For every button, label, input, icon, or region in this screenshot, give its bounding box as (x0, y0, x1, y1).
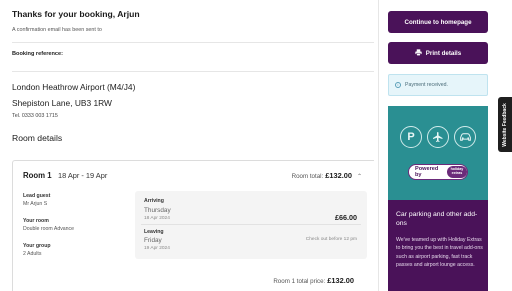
payment-notice: i Payment received. (388, 74, 488, 96)
your-group-value: 2 Adults (23, 251, 42, 257)
location-address: Shepiston Lane, UB3 1RW (12, 98, 112, 108)
payment-notice-text: Payment received. (405, 82, 448, 88)
divider (12, 71, 374, 72)
room-name: Room 1 (23, 171, 52, 180)
plane-icon (427, 126, 449, 148)
promo-banner-image: P Powered by holiday extras (388, 106, 488, 200)
room1-total-amount: £132.00 (327, 276, 354, 285)
room1-total: Room 1 total price: £132.00 (273, 276, 354, 285)
printer-icon (415, 48, 422, 58)
room-total-toggle[interactable]: Room total: £132.00 ⌃ (292, 171, 362, 180)
room-details-heading: Room details (12, 133, 63, 143)
page-title: Thanks for your booking, Arjun (12, 9, 140, 19)
sidebar: Continue to homepage Print details i Pay… (378, 0, 490, 291)
car-icon (454, 126, 476, 148)
booking-reference-label: Booking reference: (12, 51, 63, 57)
holiday-extras-logo: holiday extras (446, 166, 467, 178)
room-card: Room 1 18 Apr - 19 Apr Room total: £132.… (12, 160, 374, 291)
powered-by-text: Powered by (415, 166, 439, 178)
confirmation-text: A confirmation email has been sent to (12, 27, 102, 33)
your-room-value: Double room Advance (23, 226, 75, 232)
print-button-label: Print details (425, 49, 462, 57)
arriving-label: Arriving (144, 198, 164, 204)
night-price: £66.00 (335, 213, 357, 222)
feedback-label: Website Feedback (502, 102, 509, 147)
addons-promo[interactable]: Car parking and other add-ons We've team… (388, 200, 488, 291)
promo-title: Car parking and other add-ons (396, 211, 478, 227)
divider (12, 42, 374, 43)
your-group-label: Your group (23, 243, 51, 249)
room-dates: 18 Apr - 19 Apr (58, 171, 108, 180)
checkout-time: Check out before 12 pm (305, 237, 357, 242)
location-name: London Heathrow Airport (M4/J4) (12, 82, 136, 92)
continue-to-homepage-button[interactable]: Continue to homepage (388, 11, 488, 33)
continue-button-label: Continue to homepage (404, 18, 472, 26)
room-total-label: Room total: (291, 173, 324, 180)
booking-confirmation-main: Thanks for your booking, Arjun A confirm… (0, 0, 374, 291)
leaving-date: 19 Apr 2024 (144, 246, 170, 251)
lead-guest-label: Lead guest (23, 193, 51, 199)
powered-by-badge: Powered by holiday extras (408, 164, 468, 180)
divider (141, 224, 361, 225)
info-icon: i (395, 82, 401, 88)
leaving-label: Leaving (144, 229, 164, 235)
location-phone: Tel. 0333 003 1715 (12, 113, 58, 119)
arriving-date: 18 Apr 2024 (144, 216, 170, 221)
room-total-amount: £132.00 (325, 171, 352, 180)
chevron-up-icon[interactable]: ⌃ (357, 173, 362, 180)
promo-text: We've teamed up with Holiday Extras to b… (396, 237, 483, 268)
lead-guest-value: Mr Arjun S (23, 201, 48, 207)
print-details-button[interactable]: Print details (388, 42, 488, 64)
stay-summary: Arriving Thursday 18 Apr 2024 £66.00 Lea… (135, 191, 367, 259)
room1-total-label: Room 1 total price: (273, 278, 326, 285)
arriving-day: Thursday (144, 207, 171, 214)
leaving-day: Friday (144, 237, 162, 244)
website-feedback-tab[interactable]: Website Feedback (498, 97, 512, 152)
parking-icon: P (400, 126, 422, 148)
your-room-label: Your room (23, 218, 49, 224)
